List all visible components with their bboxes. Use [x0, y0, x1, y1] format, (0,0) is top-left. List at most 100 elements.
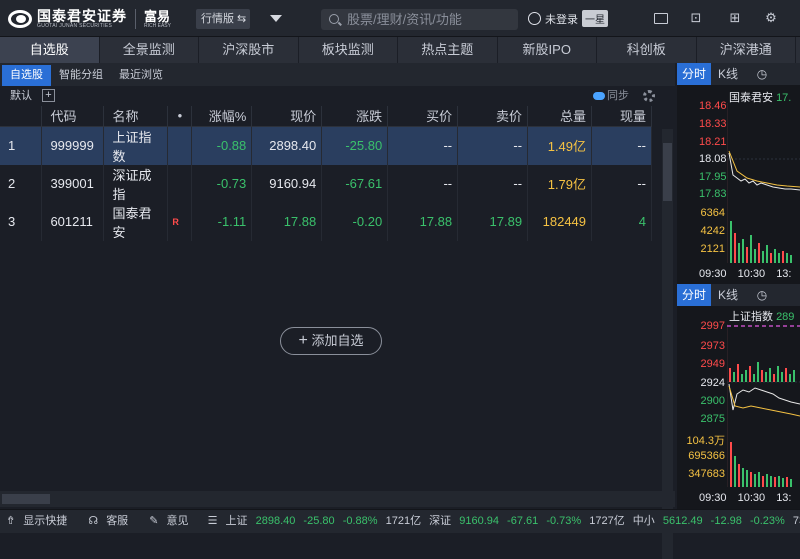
time-label: 13: [776, 492, 792, 504]
tab-panorama[interactable]: 全景监测 [100, 37, 199, 63]
volume-label: 4242 [700, 225, 725, 237]
cloud-sync-icon [593, 92, 605, 100]
price-label: 2900 [700, 395, 725, 407]
watchlist-table: 代码 名称 • 涨幅% 现价 涨跌 买价 卖价 总量 现量 1 999999 上… [0, 106, 652, 241]
lock-icon[interactable]: ⊡ [689, 11, 703, 25]
login-label: 未登录 [545, 13, 578, 26]
sh-index-price: 2898.40 [255, 515, 296, 527]
tab-kline[interactable]: K线 [711, 63, 745, 85]
mode-switch-button[interactable]: 行情版 ⇆ [196, 9, 250, 29]
table-row[interactable]: 2 399001 深证成指 -0.73 9160.94 -67.61 -- --… [0, 164, 652, 203]
shortcut-icon: ⇮ [6, 515, 16, 527]
sync-button[interactable]: 同步 [593, 86, 629, 106]
time-label: 09:30 [699, 268, 727, 280]
history-icon[interactable]: ◷ [745, 284, 779, 306]
chart-tabs: 分时 K线 ◷ [677, 63, 800, 85]
feedback-button[interactable]: ✎ 意见 [149, 515, 193, 527]
row-pct: -1.11 [191, 202, 253, 241]
subtab-recent[interactable]: 最近浏览 [111, 65, 171, 86]
service-button[interactable]: ☊ 客服 [88, 515, 133, 527]
sme-index-label[interactable]: 中小 [633, 515, 655, 527]
subtab-smart-group[interactable]: 智能分组 [51, 65, 111, 86]
row-badge [167, 126, 193, 165]
row-name: 深证成指 [103, 164, 169, 203]
header-ask[interactable]: 卖价 [457, 106, 529, 127]
tab-sector-monitor[interactable]: 板块监测 [299, 37, 398, 63]
price-label: 2924 [700, 377, 725, 389]
volume-label: 2121 [700, 243, 725, 255]
sme-index-price: 5612.49 [662, 515, 703, 527]
price-label: 18.21 [699, 136, 727, 148]
row-ask: -- [457, 164, 529, 203]
headset-icon: ☊ [88, 515, 99, 527]
menu-dropdown-icon[interactable] [270, 15, 282, 22]
tab-star-market[interactable]: 科创板 [597, 37, 697, 63]
tab-intraday[interactable]: 分时 [677, 63, 711, 85]
mail-icon[interactable] [654, 13, 668, 24]
row-code: 601211 [41, 202, 105, 241]
sz-index-label[interactable]: 深证 [429, 515, 451, 527]
subtab-watchlist[interactable]: 自选股 [2, 65, 51, 86]
column-settings-icon[interactable] [643, 90, 655, 102]
margin-trading-badge: R [167, 202, 193, 241]
row-pct: -0.88 [191, 126, 253, 165]
scroll-thumb[interactable] [2, 494, 50, 504]
table-row[interactable]: 3 601211 国泰君安 R -1.11 17.88 -0.20 17.88 … [0, 202, 652, 241]
brand-name-en: GUOTAI JUNAN SECURITIES [37, 23, 113, 29]
tab-intraday[interactable]: 分时 [677, 284, 711, 306]
time-axis: 09:30 10:30 13: [699, 492, 800, 504]
row-index: 3 [0, 202, 43, 241]
scroll-thumb[interactable] [663, 143, 672, 201]
volume-label: 104.3万 [686, 435, 725, 447]
sz-index-price: 9160.94 [459, 515, 499, 527]
history-icon[interactable]: ◷ [745, 63, 779, 85]
login-button[interactable]: 未登录 一星 [528, 10, 608, 27]
tab-kline[interactable]: K线 [711, 284, 745, 306]
time-label: 10:30 [737, 268, 766, 280]
price-label: 2949 [700, 358, 725, 370]
partner-name: 富易 [144, 8, 171, 24]
tab-watchlist[interactable]: 自选股 [0, 37, 100, 63]
tab-sh-sz-market[interactable]: 沪深股市 [199, 37, 299, 63]
add-watchlist-label: 添加自选 [311, 333, 364, 348]
group-default[interactable]: 默认 [10, 90, 32, 102]
grid-icon[interactable]: ⊞ [728, 11, 742, 25]
tab-stock-connect[interactable]: 沪深港通 [697, 37, 796, 63]
price-label: 18.08 [699, 153, 727, 165]
header-code[interactable]: 代码 [41, 106, 105, 127]
plus-icon: + [298, 332, 308, 349]
price-label: 17.95 [699, 171, 727, 183]
table-row[interactable]: 1 999999 上证指数 -0.88 2898.40 -25.80 -- --… [0, 126, 652, 165]
header-price[interactable]: 现价 [251, 106, 323, 127]
ticker-icon: ☰ [207, 515, 218, 527]
row-ask: -- [457, 126, 529, 165]
tab-hot-topics[interactable]: 热点主题 [398, 37, 498, 63]
row-badge [167, 164, 193, 203]
intraday-chart [727, 324, 800, 487]
watchlist-panel: 自选股 智能分组 最近浏览 默认 + 同步 代码 名称 • 涨幅% 现价 涨跌 … [0, 63, 675, 559]
row-index: 2 [0, 164, 43, 203]
row-current-volume: -- [591, 164, 652, 203]
tab-ipo[interactable]: 新股IPO [498, 37, 597, 63]
header-bid[interactable]: 买价 [387, 106, 459, 127]
search-input[interactable]: 股票/理财/资讯/功能 [321, 9, 518, 30]
settings-gear-icon[interactable]: ⚙ [764, 11, 778, 25]
header-pct[interactable]: 涨幅% [191, 106, 253, 127]
sh-index-label[interactable]: 上证 [226, 515, 248, 527]
horizontal-scrollbar[interactable] [0, 491, 675, 507]
add-watchlist-button[interactable]: + 添加自选 [280, 327, 382, 355]
add-group-icon[interactable]: + [42, 89, 55, 102]
shortcut-label: 显示快捷 [23, 515, 68, 527]
header-name[interactable]: 名称 [103, 106, 169, 127]
volume-label: 6364 [700, 207, 725, 219]
row-bid: 17.88 [387, 202, 459, 241]
row-price: 2898.40 [251, 126, 323, 165]
shortcut-button[interactable]: ⇮ 显示快捷 [6, 515, 72, 527]
row-index: 1 [0, 126, 43, 165]
volume-label: 347683 [688, 468, 725, 480]
intraday-chart [727, 103, 800, 263]
header-change[interactable]: 涨跌 [321, 106, 389, 127]
header-current-volume[interactable]: 现量 [591, 106, 652, 127]
header-volume[interactable]: 总量 [527, 106, 593, 127]
row-volume: 182449 [527, 202, 593, 241]
